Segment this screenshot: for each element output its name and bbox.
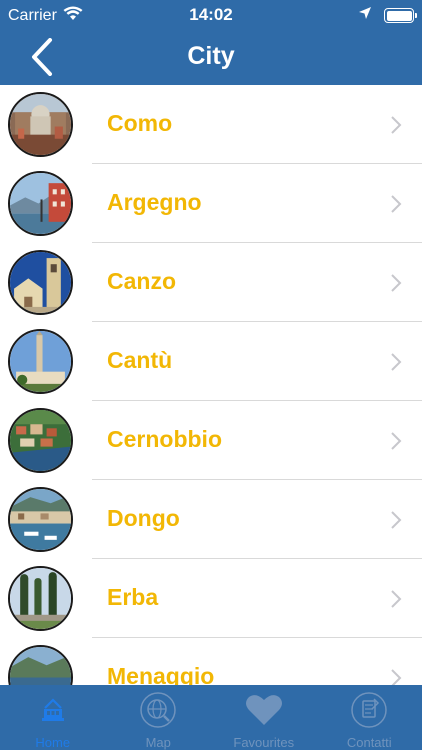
- tab-label: Map: [145, 735, 171, 750]
- city-name: Cernobbio: [107, 426, 222, 452]
- city-name: Erba: [107, 584, 159, 610]
- tab-label: Contatti: [346, 735, 392, 750]
- city-name: Como: [107, 110, 173, 136]
- chevron-right-icon: [391, 195, 402, 213]
- city-row-dongo[interactable]: Dongo: [0, 480, 422, 559]
- city-row-cernobbio[interactable]: Cernobbio: [0, 401, 422, 480]
- tab-contatti[interactable]: Contatti: [317, 685, 422, 750]
- city-row-cantu[interactable]: Cantù: [0, 322, 422, 401]
- chevron-right-icon: [391, 669, 402, 685]
- city-name: Argegno: [107, 189, 202, 215]
- home-icon: [33, 690, 73, 730]
- city-row-menaggio[interactable]: Menaggio: [0, 638, 422, 685]
- city-name: Cantù: [107, 347, 173, 373]
- heart-icon: [244, 690, 284, 730]
- tab-favourites[interactable]: Favourites: [211, 685, 317, 750]
- page-title: City: [187, 42, 235, 70]
- location-arrow-icon: [358, 6, 372, 25]
- status-bar: Carrier 14:02: [0, 0, 422, 30]
- tab-label: Home: [35, 735, 71, 750]
- chevron-right-icon: [391, 274, 402, 292]
- city-thumbnail: [8, 645, 73, 685]
- city-thumbnail: [8, 92, 73, 157]
- chevron-right-icon: [391, 353, 402, 371]
- chevron-right-icon: [391, 432, 402, 450]
- tab-label: Favourites: [233, 735, 295, 750]
- navigation-bar: City: [0, 30, 422, 85]
- city-row-canzo[interactable]: Canzo: [0, 243, 422, 322]
- city-name: Dongo: [107, 505, 180, 531]
- chevron-right-icon: [391, 116, 402, 134]
- tab-bar: Home Map Favourites Contatti: [0, 685, 422, 750]
- city-row-erba[interactable]: Erba: [0, 559, 422, 638]
- city-name: Menaggio: [107, 663, 215, 685]
- city-thumbnail: [8, 171, 73, 236]
- chevron-right-icon: [391, 511, 402, 529]
- tab-map[interactable]: Map: [106, 685, 212, 750]
- city-list[interactable]: Como Argegno Canzo Cantù Cernobbio Dongo…: [0, 85, 422, 685]
- status-right: [358, 6, 417, 25]
- city-thumbnail: [8, 329, 73, 394]
- city-name: Canzo: [107, 268, 176, 294]
- city-row-argegno[interactable]: Argegno: [0, 164, 422, 243]
- battery-icon: [384, 8, 417, 23]
- city-thumbnail: [8, 566, 73, 631]
- contact-icon: [349, 690, 389, 730]
- globe-icon: [138, 690, 178, 730]
- city-thumbnail: [8, 487, 73, 552]
- chevron-right-icon: [391, 590, 402, 608]
- city-thumbnail: [8, 250, 73, 315]
- city-thumbnail: [8, 408, 73, 473]
- city-row-como[interactable]: Como: [0, 85, 422, 164]
- tab-home[interactable]: Home: [0, 685, 106, 750]
